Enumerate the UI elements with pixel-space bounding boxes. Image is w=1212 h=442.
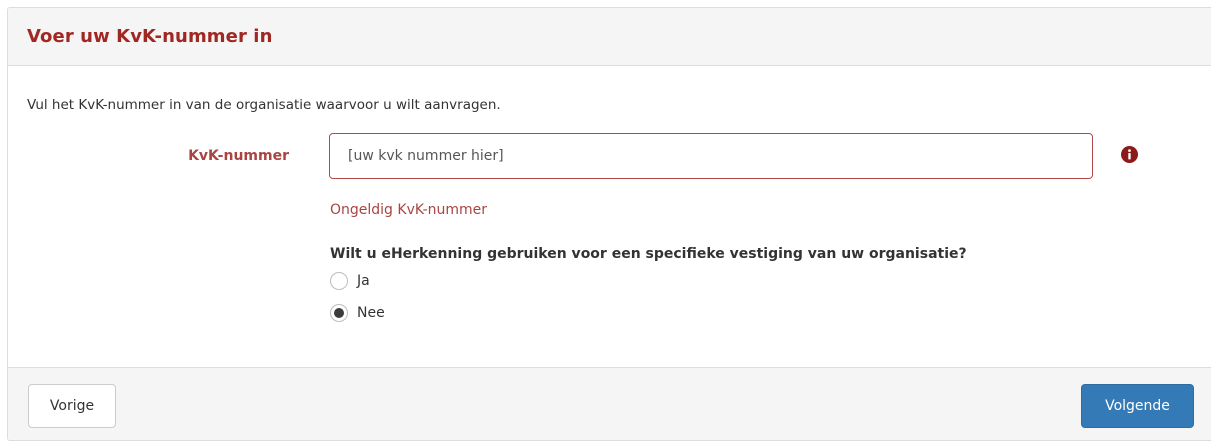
radio-nee-label: Nee	[357, 305, 385, 321]
branch-question: Wilt u eHerkenning gebruiken voor een sp…	[330, 246, 967, 262]
panel-footer: Vorige Volgende	[8, 367, 1211, 440]
radio-nee[interactable]	[330, 304, 348, 322]
kvk-number-input[interactable]	[329, 133, 1093, 179]
radio-ja-label: Ja	[357, 273, 370, 289]
intro-text: Vul het KvK-nummer in van de organisatie…	[27, 97, 501, 113]
panel-title: Voer uw KvK-nummer in	[27, 26, 273, 47]
kvk-panel: Voer uw KvK-nummer in Vul het KvK-nummer…	[7, 7, 1211, 441]
kvk-number-label: KvK-nummer	[188, 148, 289, 164]
kvk-error-message: Ongeldig KvK-nummer	[330, 202, 488, 218]
previous-button[interactable]: Vorige	[28, 384, 116, 428]
radio-option-ja[interactable]: Ja	[330, 270, 370, 292]
panel-heading: Voer uw KvK-nummer in	[8, 8, 1211, 66]
radio-option-nee[interactable]: Nee	[330, 302, 385, 324]
next-button[interactable]: Volgende	[1081, 384, 1194, 428]
radio-ja[interactable]	[330, 272, 348, 290]
exclamation-circle-icon	[1121, 146, 1138, 163]
